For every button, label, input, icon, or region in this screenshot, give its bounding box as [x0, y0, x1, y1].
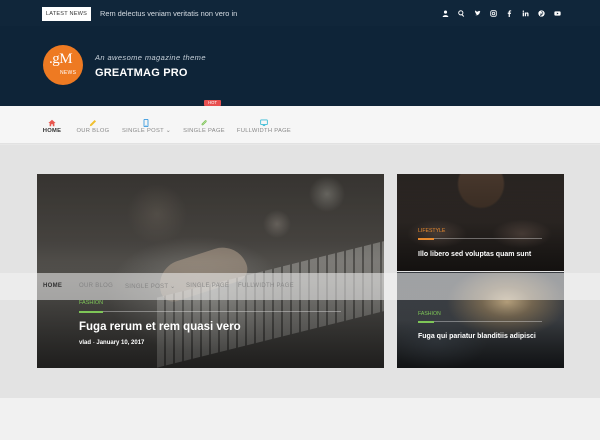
side-post-title[interactable]: Illo libero sed voluptas quam sunt — [418, 251, 531, 258]
bottom-strip — [0, 398, 600, 440]
category-divider — [418, 238, 542, 240]
nav-item-fullwidth-page[interactable]: FULLWIDTH PAGE — [236, 106, 292, 144]
user-icon[interactable] — [440, 8, 450, 18]
featured-title[interactable]: Fuga rerum et rem quasi vero — [79, 321, 241, 333]
paperclip-icon — [200, 114, 208, 126]
page: LATEST NEWS Rem delectus veniam veritati… — [0, 0, 600, 440]
main-nav: HOME OUR BLOG SINGLE POST ⌄ SINGLE PAGE … — [0, 106, 600, 144]
nav-label: SINGLE PAGE — [183, 128, 225, 134]
linkedin-icon[interactable] — [520, 8, 530, 18]
nav-label-text: SINGLE POST — [122, 128, 164, 134]
meta-separator: - — [92, 340, 95, 346]
search-icon[interactable] — [456, 8, 466, 18]
category-divider — [79, 311, 341, 313]
side-post-category[interactable]: LIFESTYLE — [418, 228, 445, 234]
logo-text: .gM — [49, 51, 73, 67]
nav-item-single-post[interactable]: SINGLE POST ⌄ — [122, 106, 171, 144]
youtube-icon[interactable] — [552, 8, 562, 18]
home-icon — [48, 114, 56, 127]
side-post-category[interactable]: FASHION — [418, 311, 441, 317]
sticky-nav-item-fullwidth-page[interactable]: FULLWIDTH PAGE — [238, 283, 294, 289]
category-divider-accent — [79, 311, 103, 313]
nav-label: FULLWIDTH PAGE — [236, 128, 292, 134]
monitor-icon — [260, 114, 268, 127]
post-date[interactable]: January 10, 2017 — [96, 340, 144, 346]
logo-subtext: NEWS — [60, 70, 77, 76]
site-title[interactable]: GREATMAG PRO — [95, 67, 188, 79]
side-post-title[interactable]: Fuga qui pariatur blanditiis adipisci — [418, 333, 536, 340]
category-divider-accent — [418, 321, 434, 323]
featured-post[interactable]: FASHION Fuga rerum et rem quasi vero vla… — [37, 174, 384, 368]
latest-news-badge[interactable]: LATEST NEWS — [42, 7, 91, 21]
sticky-nav-label: SINGLE POST — [125, 284, 169, 290]
pencil-icon — [89, 114, 97, 127]
sticky-nav: HOME OUR BLOG SINGLE POST ⌄ SINGLE PAGE … — [0, 273, 600, 300]
category-divider — [418, 321, 542, 323]
instagram-icon[interactable] — [488, 8, 498, 18]
sticky-nav-item-single-page[interactable]: SINGLE PAGE — [186, 283, 229, 289]
news-ticker[interactable]: Rem delectus veniam veritatis non vero i… — [100, 9, 237, 18]
sticky-nav-item-single-post[interactable]: SINGLE POST ⌄ — [125, 283, 176, 290]
featured-meta: vlad - January 10, 2017 — [79, 340, 144, 346]
twitter-icon[interactable] — [472, 8, 482, 18]
sticky-nav-item-home[interactable]: HOME — [43, 283, 62, 289]
nav-item-single-page[interactable]: SINGLE PAGE — [182, 106, 226, 144]
category-divider-accent — [418, 238, 434, 240]
side-post[interactable]: LIFESTYLE Illo libero sed voluptas quam … — [397, 174, 564, 271]
hot-badge: HOT — [204, 100, 221, 106]
pinterest-icon[interactable] — [536, 8, 546, 18]
image-overlay — [37, 174, 384, 368]
social-icons — [440, 7, 562, 19]
site-logo[interactable]: .gM NEWS — [43, 45, 83, 85]
featured-category[interactable]: FASHION — [79, 300, 103, 306]
mobile-icon — [142, 114, 150, 128]
post-author[interactable]: vlad — [79, 340, 91, 346]
nav-label: HOME — [42, 128, 62, 134]
site-tagline: An awesome magazine theme — [95, 53, 206, 62]
top-bar: LATEST NEWS Rem delectus veniam veritati… — [0, 0, 600, 26]
sticky-nav-item-our-blog[interactable]: OUR BLOG — [79, 283, 113, 289]
nav-label: SINGLE POST ⌄ — [122, 128, 171, 134]
nav-item-home[interactable]: HOME — [38, 106, 66, 144]
chevron-down-icon: ⌄ — [165, 128, 171, 134]
nav-label: OUR BLOG — [76, 128, 110, 134]
site-header: .gM NEWS An awesome magazine theme GREAT… — [0, 26, 600, 106]
facebook-icon[interactable] — [504, 8, 514, 18]
nav-item-our-blog[interactable]: OUR BLOG — [74, 106, 112, 144]
chevron-down-icon: ⌄ — [170, 284, 176, 290]
